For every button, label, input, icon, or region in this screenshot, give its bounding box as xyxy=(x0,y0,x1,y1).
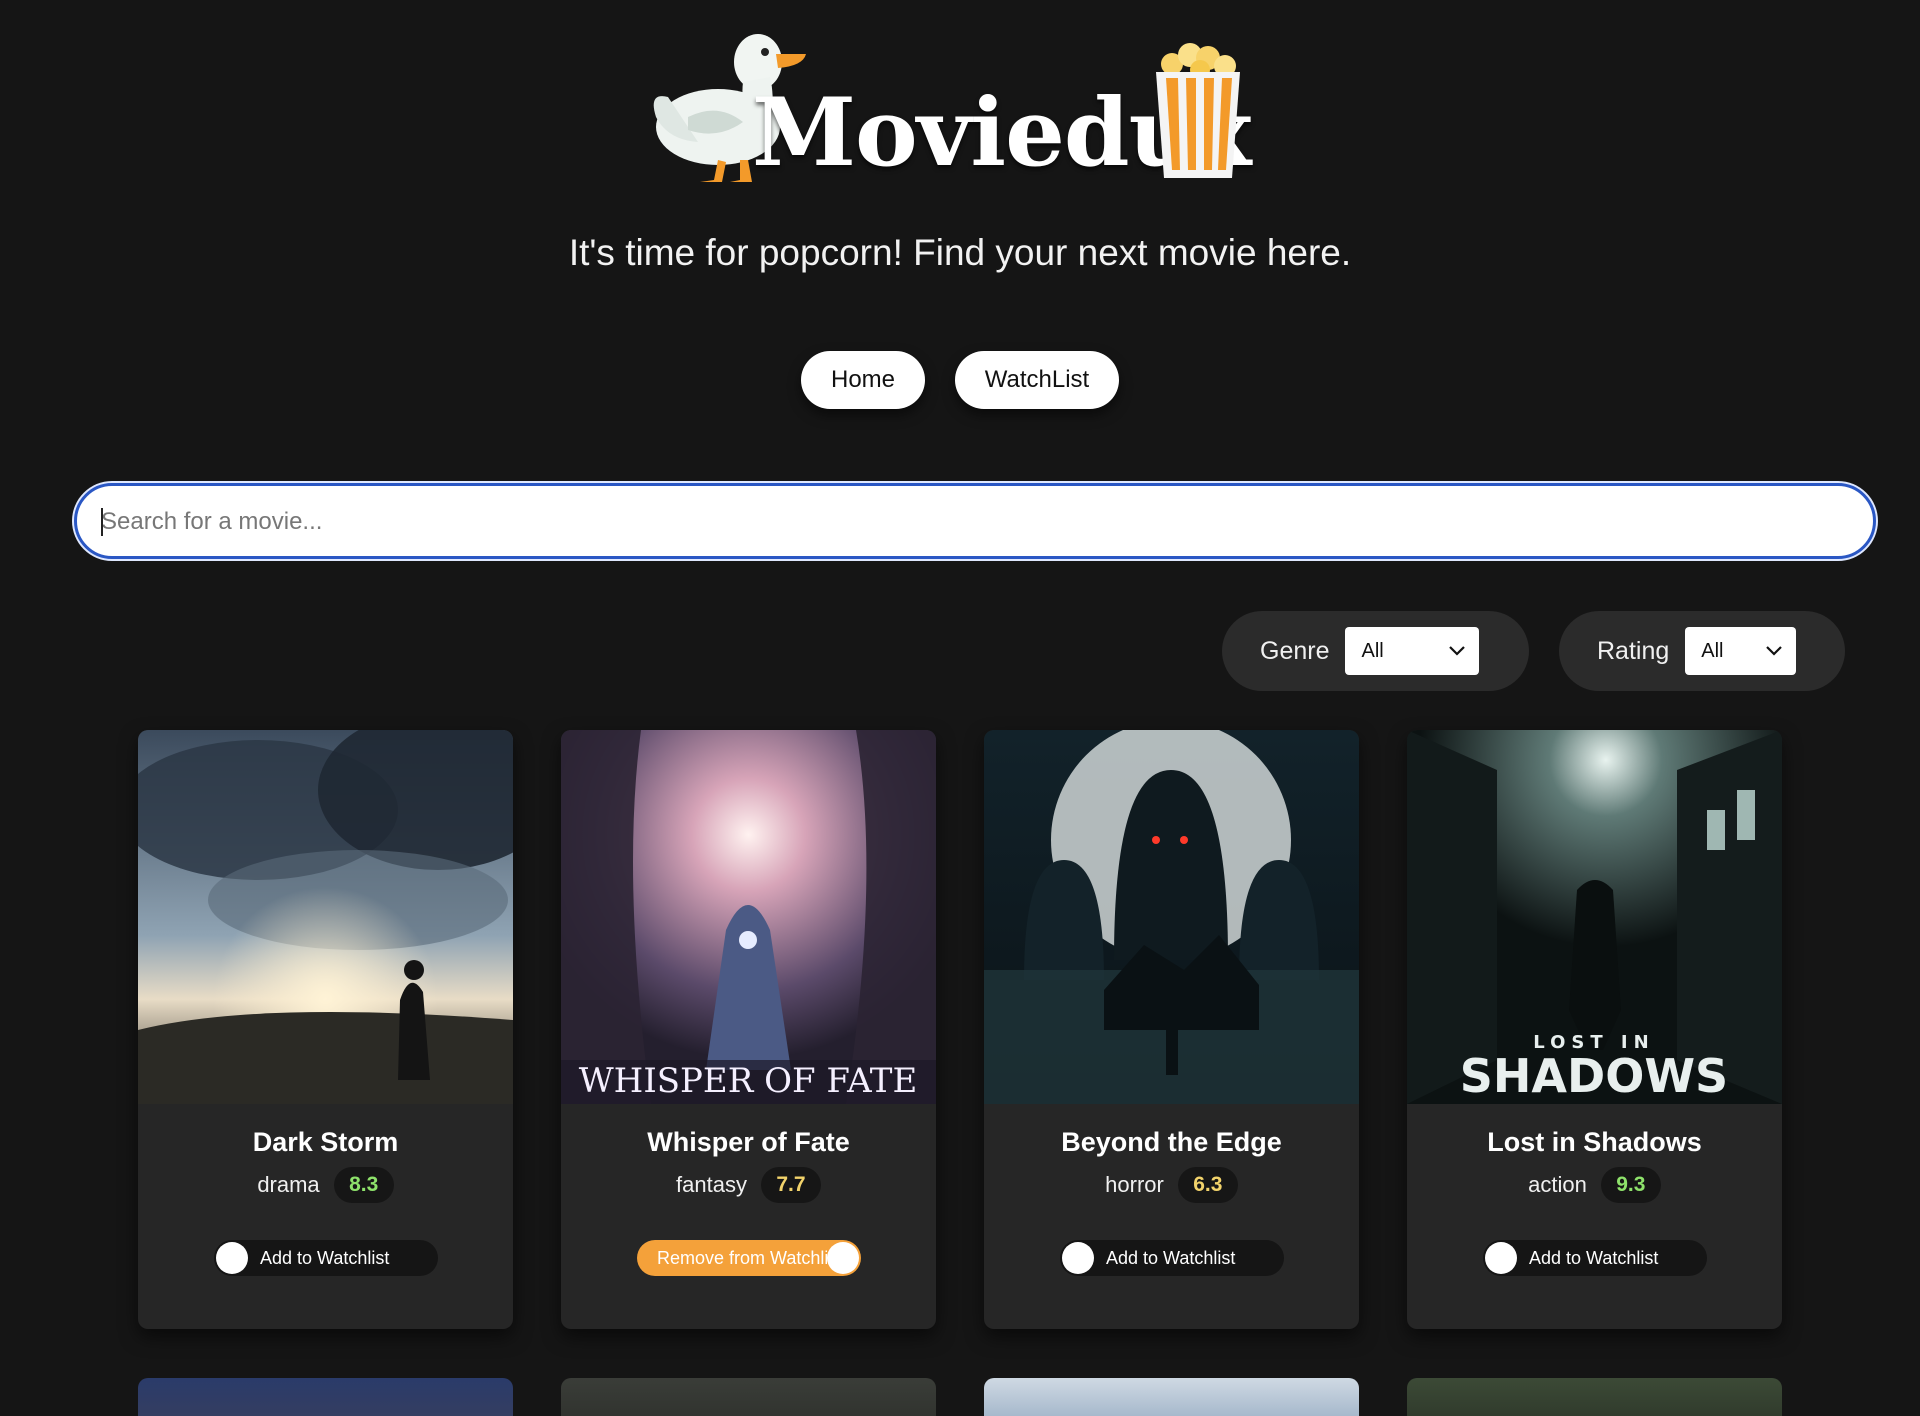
search-input[interactable] xyxy=(99,486,1843,558)
movie-meta: drama 8.3 xyxy=(138,1167,513,1203)
movie-card-partial[interactable] xyxy=(1407,1378,1782,1416)
rating-select[interactable]: All xyxy=(1685,627,1797,675)
movie-poster[interactable] xyxy=(984,730,1359,1104)
movie-meta: fantasy 7.7 xyxy=(561,1167,936,1203)
movie-genre: horror xyxy=(1105,1172,1164,1197)
toggle-knob xyxy=(1062,1242,1094,1274)
movie-genre: drama xyxy=(257,1172,320,1197)
rating-select-value: All xyxy=(1701,639,1724,662)
movie-genre: action xyxy=(1528,1172,1587,1197)
chevron-down-icon xyxy=(1766,646,1783,656)
watchlist-toggle[interactable]: Add to Watchlist xyxy=(1060,1240,1284,1276)
movie-poster[interactable]: WHISPER OF FATE xyxy=(561,730,936,1104)
watchlist-toggle[interactable]: Remove from Watchlist xyxy=(637,1240,861,1276)
chevron-down-icon xyxy=(1449,646,1466,656)
genre-filter-label: Genre xyxy=(1260,636,1330,665)
text-caret xyxy=(101,508,103,536)
movie-title: Whisper of Fate xyxy=(647,1127,850,1157)
genre-filter: Genre All xyxy=(1222,611,1529,691)
home-button[interactable]: Home xyxy=(801,351,925,409)
watchlist-toggle[interactable]: Add to Watchlist xyxy=(214,1240,438,1276)
watchlist-toggle[interactable]: Add to Watchlist xyxy=(1483,1240,1707,1276)
movie-genre: fantasy xyxy=(676,1172,747,1197)
genre-select[interactable]: All xyxy=(1345,627,1480,675)
movie-meta: horror 6.3 xyxy=(984,1167,1359,1203)
search-box[interactable] xyxy=(74,483,1876,559)
rating-badge: 7.7 xyxy=(760,1167,821,1203)
rating-filter-label: Rating xyxy=(1597,636,1670,665)
movie-title: Lost in Shadows xyxy=(1487,1127,1702,1157)
main-nav: Home WatchList xyxy=(0,351,1920,409)
toggle-knob xyxy=(216,1242,248,1274)
movie-card-partial[interactable] xyxy=(138,1378,513,1416)
movie-meta: action 9.3 xyxy=(1407,1167,1782,1203)
movie-poster[interactable] xyxy=(138,730,513,1104)
movie-card[interactable]: Dark Storm drama 8.3 Add to Watchlist xyxy=(138,730,513,1329)
poster-title-text: WHISPER OF FATE xyxy=(579,1061,918,1101)
movie-title: Dark Storm xyxy=(252,1127,399,1157)
page: Moviedux It's time for popcorn! Find you… xyxy=(0,0,1920,1416)
movie-card[interactable]: LOST IN SHADOWS Lost in Shadows action 9… xyxy=(1407,730,1782,1329)
movie-card[interactable]: Beyond the Edge horror 6.3 Add to Watchl… xyxy=(984,730,1359,1329)
rating-filter: Rating All xyxy=(1559,611,1845,691)
watchlist-toggle-label: Add to Watchlist xyxy=(260,1248,390,1268)
movie-title: Beyond the Edge xyxy=(1061,1127,1282,1157)
watchlist-toggle-label: Add to Watchlist xyxy=(1529,1248,1659,1268)
movie-card[interactable]: WHISPER OF FATE Whisper of Fate fantasy … xyxy=(561,730,936,1329)
watchlist-toggle-label: Remove from Watchlist xyxy=(657,1248,827,1268)
poster-title-text: SHADOWS xyxy=(1460,1049,1728,1103)
rating-badge: 9.3 xyxy=(1600,1167,1661,1203)
watchlist-toggle-label: Add to Watchlist xyxy=(1106,1248,1236,1268)
toggle-knob xyxy=(1485,1242,1517,1274)
genre-select-value: All xyxy=(1361,639,1384,662)
watchlist-button[interactable]: WatchList xyxy=(955,351,1119,409)
toggle-knob xyxy=(827,1242,859,1274)
brand-logo[interactable]: Moviedux xyxy=(640,18,1252,188)
rating-badge: 8.3 xyxy=(333,1167,394,1203)
movie-poster[interactable]: LOST IN SHADOWS xyxy=(1407,730,1782,1104)
rating-badge: 6.3 xyxy=(1177,1167,1238,1203)
movie-card-partial[interactable] xyxy=(561,1378,936,1416)
movie-card-partial[interactable] xyxy=(984,1378,1359,1416)
popcorn-bucket-icon xyxy=(1156,43,1240,178)
tagline: It's time for popcorn! Find your next mo… xyxy=(568,232,1352,273)
